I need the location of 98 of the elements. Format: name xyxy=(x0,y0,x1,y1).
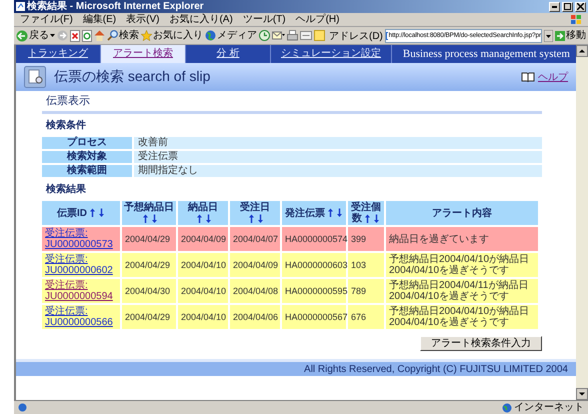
arrow-icon xyxy=(555,30,565,40)
go-button[interactable]: 移動 xyxy=(555,30,586,42)
sort-arrows-icon[interactable] xyxy=(327,208,343,218)
globe-icon xyxy=(502,402,512,412)
caret-icon xyxy=(50,34,55,37)
scrollbar[interactable] xyxy=(576,45,588,400)
close-button[interactable] xyxy=(575,2,586,12)
browser-icon xyxy=(16,2,25,11)
condition-label: プロセス xyxy=(42,137,134,149)
table-cell-text: HA0000000567 xyxy=(284,310,346,324)
print-button[interactable] xyxy=(287,30,298,41)
condition-value: 改善前 xyxy=(134,137,542,149)
table-cell-text: 2004/04/29 xyxy=(124,232,172,246)
table-cell-text: 2004/04/29 xyxy=(124,258,172,272)
minimize-button[interactable] xyxy=(549,2,560,12)
maximize-icon xyxy=(564,3,571,10)
sort-arrows-icon[interactable] xyxy=(142,214,158,223)
window-title: 検索結果 - Microsoft Internet Explorer xyxy=(27,0,205,12)
menu-item[interactable]: 表示(V) xyxy=(126,14,160,26)
scroll-down-icon[interactable] xyxy=(576,388,588,400)
minimize-icon xyxy=(552,6,557,8)
table-cell-text: 予想納品日2004/04/11が納品日 2004/04/10を過ぎそうです xyxy=(388,279,530,303)
maximize-button[interactable] xyxy=(562,2,573,12)
refresh-button[interactable] xyxy=(82,30,92,42)
condition-label: 検索範囲 xyxy=(42,165,134,177)
alert-search-button[interactable]: アラート検索条件入力 xyxy=(420,336,542,351)
security-zone: インターネット xyxy=(502,402,584,414)
column-header: 受注個数 xyxy=(348,201,384,225)
page-title: 伝票の検索 search of slip xyxy=(54,68,210,86)
stop-button[interactable] xyxy=(70,30,80,42)
windows-logo-icon xyxy=(570,14,582,25)
menu-item[interactable]: ツール(T) xyxy=(242,14,286,26)
slip-link[interactable]: 受注伝票: JU0000000573 xyxy=(45,228,113,250)
help-link[interactable]: ヘルプ xyxy=(521,70,568,84)
table-cell-text: 2004/04/09 xyxy=(232,258,280,272)
history-button[interactable] xyxy=(259,30,270,41)
table-cell-text: 納品日を過ぎています xyxy=(388,232,490,246)
table-cell-text: 予想納品日2004/04/10が納品日 2004/04/10を過ぎそうです xyxy=(388,253,530,277)
conditions-title: 検索条件 xyxy=(44,120,87,132)
scroll-up-icon[interactable] xyxy=(576,45,588,57)
section-title: 伝票表示 xyxy=(45,95,91,108)
sort-arrows-icon[interactable] xyxy=(248,214,264,223)
table-cell-text: 789 xyxy=(350,284,368,298)
table-cell-text: 2004/04/07 xyxy=(232,232,280,246)
search-icon xyxy=(107,30,118,41)
menu-item[interactable]: 編集(E) xyxy=(82,14,116,26)
slip-link[interactable]: 受注伝票: JU0000000594 xyxy=(45,280,113,302)
nav-tab[interactable]: アラート検索 xyxy=(101,45,186,63)
column-header: 受注日 xyxy=(230,201,280,225)
table-cell-text: 2004/04/06 xyxy=(232,310,280,324)
edit-button[interactable] xyxy=(300,30,312,41)
media-button[interactable]: メディア xyxy=(205,30,257,42)
table-cell-text: 2004/04/30 xyxy=(124,284,172,298)
back-icon xyxy=(16,30,28,42)
sort-arrows-icon[interactable] xyxy=(89,208,105,218)
close-icon xyxy=(577,3,584,10)
slip-link[interactable]: 受注伝票: JU0000000566 xyxy=(45,306,113,328)
document-search-icon xyxy=(24,66,46,88)
star-icon xyxy=(141,30,152,41)
table-cell-text: 399 xyxy=(350,232,368,246)
home-button[interactable] xyxy=(94,30,105,41)
condition-value: 受注伝票 xyxy=(134,151,542,163)
table-cell-text: 2004/04/08 xyxy=(232,284,280,298)
column-header: 伝票ID xyxy=(42,201,120,225)
menu-item[interactable]: ヘルプ(H) xyxy=(296,14,340,26)
column-header: 発注伝票 xyxy=(282,201,346,225)
table-cell-text: 2004/04/10 xyxy=(180,284,228,298)
favorites-button[interactable]: お気に入り xyxy=(141,30,203,42)
sort-arrows-icon[interactable] xyxy=(364,214,380,223)
sort-arrows-icon[interactable] xyxy=(196,214,212,223)
table-cell-text: 2004/04/29 xyxy=(124,310,172,324)
address-label: アドレス(D) xyxy=(329,30,383,42)
menu-item[interactable]: お気に入り(A) xyxy=(169,14,233,26)
table-cell-text: 2004/04/10 xyxy=(180,310,228,324)
condition-value: 期間指定なし xyxy=(134,165,542,177)
table-cell-text: 2004/04/10 xyxy=(180,258,228,272)
column-header: 予想納品日 xyxy=(122,201,176,225)
search-button[interactable]: 検索 xyxy=(107,30,139,42)
table-cell-text: HA0000000603 xyxy=(284,258,346,272)
system-name: Business process management system xyxy=(402,48,571,60)
mail-button[interactable] xyxy=(272,30,285,41)
dropdown-button[interactable] xyxy=(544,30,553,42)
table-cell-text: HA0000000595 xyxy=(284,284,346,298)
copyright-text: All Rights Reserved, Copyright (C) FUJITSU LIMITED 2004 xyxy=(304,364,568,374)
book-icon xyxy=(521,72,535,82)
table-cell-text: 103 xyxy=(350,258,368,272)
table-cell-text: 2004/04/09 xyxy=(180,232,228,246)
table-cell-text: 676 xyxy=(350,310,368,324)
column-header: 納品日 xyxy=(178,201,228,225)
table-cell-text: 予想納品日2004/04/10が納品日 2004/04/10を過ぎそうです xyxy=(388,305,530,329)
column-header: アラート内容 xyxy=(386,201,538,225)
back-button[interactable]: 戻る xyxy=(16,30,55,42)
condition-label: 検索対象 xyxy=(42,151,134,163)
results-title: 検索結果 xyxy=(44,184,87,196)
slip-link[interactable]: 受注伝票: JU0000000602 xyxy=(45,254,113,276)
menu-item[interactable]: ファイル(F) xyxy=(20,14,73,26)
table-cell-text: HA0000000574 xyxy=(284,232,346,246)
globe-icon xyxy=(205,30,216,41)
